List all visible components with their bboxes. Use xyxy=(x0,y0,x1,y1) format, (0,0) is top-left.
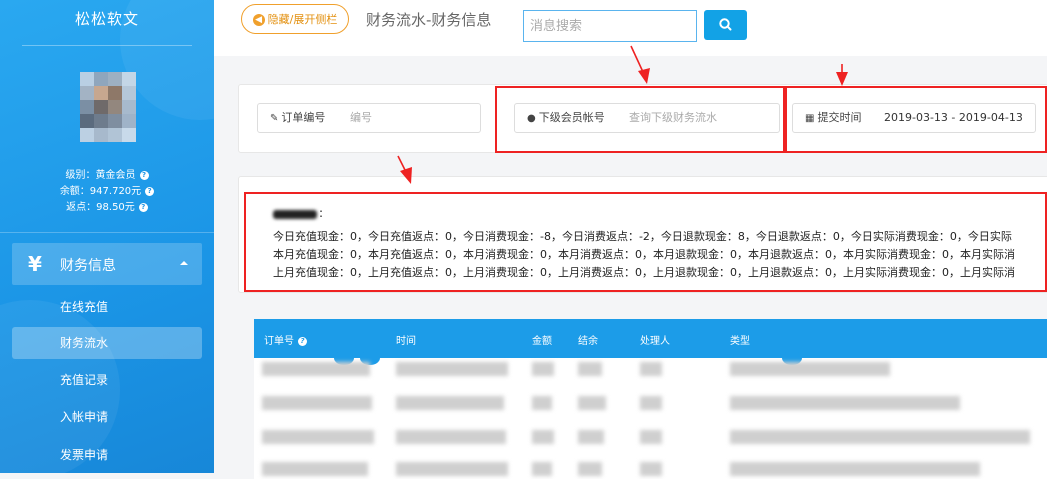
search-icon xyxy=(719,18,732,31)
col-balance[interactable]: 结余 xyxy=(578,332,598,347)
caret-up-icon xyxy=(180,261,188,265)
redacted-cell xyxy=(396,462,508,476)
finance-table: 订单号? 时间 金额 结余 处理人 类型 xyxy=(254,319,1047,479)
user-level: 级别：黄金会员 xyxy=(65,170,136,181)
menu-item-label: 入帐申请 xyxy=(60,410,109,424)
redacted-cell xyxy=(262,396,372,410)
page-title: 财务流水-财务信息 xyxy=(366,11,492,29)
table-row[interactable] xyxy=(254,393,1047,413)
redacted-cell xyxy=(640,462,662,476)
redacted-cell xyxy=(532,430,554,444)
annotation-box-time xyxy=(785,86,1047,153)
menu-finance[interactable]: ¥ 财务信息 xyxy=(12,243,202,285)
yen-icon: ¥ xyxy=(28,252,42,276)
redacted-cell xyxy=(532,396,552,410)
divider xyxy=(0,232,214,233)
toggle-sidebar-button[interactable]: ◀ 隐藏/展开侧栏 xyxy=(241,4,349,34)
menu-item-recharge-records[interactable]: 充值记录 xyxy=(12,364,202,396)
redacted-cell xyxy=(262,362,370,376)
order-number-label-wrap: ✎ 订单编号 xyxy=(270,104,325,133)
redacted-cell xyxy=(730,362,890,376)
annotation-arrow-icon xyxy=(630,45,650,84)
menu-item-finance-flow[interactable]: 财务流水 xyxy=(12,327,202,359)
col-handler[interactable]: 处理人 xyxy=(640,332,670,347)
redacted-cell xyxy=(578,396,606,410)
annotation-box-member xyxy=(495,86,785,153)
user-balance: 余额：947.720元 xyxy=(59,186,142,197)
menu-item-label: 充值记录 xyxy=(60,373,109,387)
menu-item-invoice-application[interactable]: 发票申请 xyxy=(12,439,202,471)
redacted-cell xyxy=(640,362,662,376)
col-order-number[interactable]: 订单号? xyxy=(264,332,307,347)
divider xyxy=(22,45,192,46)
user-level-row: 级别：黄金会员? xyxy=(0,168,214,184)
menu-item-deposit-application[interactable]: 入帐申请 xyxy=(12,401,202,433)
annotation-arrow-icon xyxy=(836,64,848,86)
redacted-cell xyxy=(532,462,552,476)
redacted-cell xyxy=(532,362,554,376)
user-rebate-row: 返点：98.50元? xyxy=(0,200,214,216)
redacted-cell xyxy=(578,462,602,476)
redacted-cell xyxy=(640,396,662,410)
redacted-cell xyxy=(730,430,1030,444)
order-number-label: 订单编号 xyxy=(281,111,326,124)
search-input[interactable] xyxy=(523,10,697,42)
user-rebate: 返点：98.50元 xyxy=(66,202,135,213)
col-type[interactable]: 类型 xyxy=(730,332,750,347)
redacted-cell xyxy=(640,430,662,444)
menu-item-online-recharge[interactable]: 在线充值 xyxy=(12,291,202,323)
redacted-cell xyxy=(396,362,508,376)
col-label: 订单号 xyxy=(264,336,294,347)
sidebar: 松松软文 级别：黄金会员? 余额：947.720元? 返点：98.50元? ¥ … xyxy=(0,0,214,473)
redacted-cell xyxy=(730,396,960,410)
redacted-cell xyxy=(396,396,504,410)
redacted-cell xyxy=(578,362,602,376)
redacted-cell xyxy=(262,462,368,476)
help-icon[interactable]: ? xyxy=(145,186,155,196)
order-number-placeholder: 编号 xyxy=(350,111,372,124)
redacted-cell xyxy=(578,430,604,444)
order-number-field[interactable]: ✎ 订单编号 编号 xyxy=(257,103,481,133)
redacted-cell xyxy=(262,430,374,444)
redacted-cell xyxy=(396,430,506,444)
annotation-box-stats xyxy=(244,192,1047,292)
col-time[interactable]: 时间 xyxy=(396,332,416,347)
avatar[interactable] xyxy=(80,72,136,142)
user-info: 级别：黄金会员? 余额：947.720元? 返点：98.50元? xyxy=(0,168,214,216)
menu-item-label: 发票申请 xyxy=(60,448,109,462)
toggle-sidebar-label: 隐藏/展开侧栏 xyxy=(267,13,338,26)
table-row[interactable] xyxy=(254,427,1047,447)
menu-item-label: 财务流水 xyxy=(60,336,109,350)
col-amount[interactable]: 金额 xyxy=(532,332,552,347)
help-icon[interactable]: ? xyxy=(298,336,307,346)
redacted-cell xyxy=(730,462,980,476)
table-row[interactable] xyxy=(254,459,1047,479)
user-balance-row: 余额：947.720元? xyxy=(0,184,214,200)
annotation-arrow-icon xyxy=(397,155,412,184)
search-button[interactable] xyxy=(704,10,747,40)
help-icon[interactable]: ? xyxy=(138,202,148,212)
edit-icon: ✎ xyxy=(270,113,279,124)
help-icon[interactable]: ? xyxy=(139,170,149,180)
table-row[interactable] xyxy=(254,359,1047,379)
arrow-left-icon: ◀ xyxy=(252,14,265,26)
menu-finance-label: 财务信息 xyxy=(60,258,116,274)
app-title: 松松软文 xyxy=(74,10,139,28)
menu-item-label: 在线充值 xyxy=(60,300,109,314)
